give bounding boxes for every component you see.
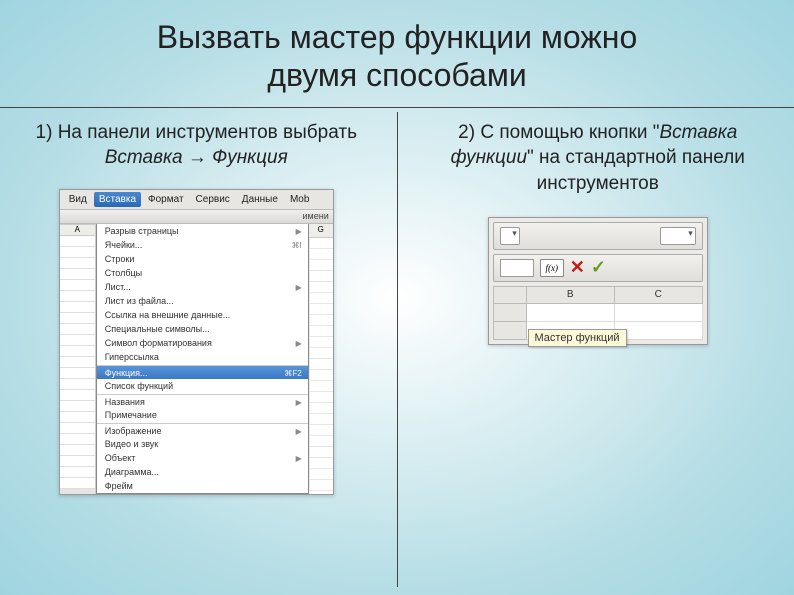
- submenu-arrow-icon: ▶: [296, 227, 302, 236]
- right-column: 2) С помощью кнопки "Вставка функции" на…: [402, 112, 794, 587]
- menu-item[interactable]: Разрыв страницы▶: [97, 224, 308, 238]
- screenshot-toolbar: 10 f(x) ✕ ✓ B C: [488, 217, 708, 345]
- menu-item[interactable]: Видео и звук: [97, 437, 308, 451]
- screenshot-toolbar-wrap: 10 f(x) ✕ ✓ B C: [420, 217, 777, 345]
- slide-title: Вызвать мастер функции можнодвумя способ…: [0, 0, 794, 107]
- menu-mob[interactable]: Mob: [285, 192, 314, 207]
- spreadsheet-left: A: [60, 224, 96, 494]
- fx-button[interactable]: f(x): [540, 259, 564, 277]
- submenu-arrow-icon: ▶: [296, 454, 302, 463]
- col-header-a: A: [60, 224, 95, 236]
- menu-item[interactable]: Изображение▶: [97, 423, 308, 437]
- col-header-g: G: [309, 224, 333, 238]
- toolbar-row: [493, 222, 703, 250]
- grid-row: [493, 304, 703, 322]
- submenu-arrow-icon: ▶: [296, 398, 302, 407]
- spreadsheet-right: G: [309, 224, 333, 494]
- menu-item[interactable]: Диаграмма...: [97, 465, 308, 479]
- menu-item[interactable]: Фрейм: [97, 479, 308, 493]
- tooltip-master-functions: Мастер функций: [528, 329, 627, 347]
- col-header-c[interactable]: C: [615, 286, 703, 304]
- cancel-icon[interactable]: ✕: [570, 257, 585, 278]
- submenu-arrow-icon: ▶: [296, 427, 302, 436]
- name-box[interactable]: [500, 259, 534, 277]
- vertical-divider: [397, 112, 398, 587]
- menu-item[interactable]: Специальные символы...: [97, 322, 308, 336]
- menu-сервис[interactable]: Сервис: [191, 192, 235, 207]
- accept-icon[interactable]: ✓: [591, 257, 606, 278]
- menu-item[interactable]: Символ форматирования▶: [97, 336, 308, 350]
- col-header-b[interactable]: B: [527, 286, 615, 304]
- insert-dropdown-menu: Разрыв страницы▶Ячейки...⌘IСтрокиСтолбцы…: [96, 224, 309, 494]
- left-subtitle: 1) На панели инструментов выбрать Вставк…: [18, 120, 375, 171]
- menu-item[interactable]: Объект▶: [97, 451, 308, 465]
- screenshot-menu: ВидВставкаФорматСервисДанныеMob имени A …: [59, 189, 334, 495]
- formula-bar: f(x) ✕ ✓: [493, 254, 703, 282]
- column-headers: B C: [493, 286, 703, 304]
- dropdown-icon[interactable]: [660, 227, 696, 245]
- menu-item[interactable]: Список функций: [97, 379, 308, 393]
- corner-cell: [493, 286, 527, 304]
- menu-item[interactable]: Лист...▶: [97, 280, 308, 294]
- menu-item[interactable]: Лист из файла...: [97, 294, 308, 308]
- menu-вставка[interactable]: Вставка: [94, 192, 141, 207]
- menu-item[interactable]: Примечание: [97, 408, 308, 422]
- dropdown-icon[interactable]: [500, 227, 520, 245]
- name-box-label: имени: [303, 211, 329, 221]
- menu-item[interactable]: Ячейки...⌘I: [97, 238, 308, 252]
- menu-item[interactable]: Ссылка на внешние данные...: [97, 308, 308, 322]
- horizontal-divider: [0, 107, 794, 108]
- menu-формат[interactable]: Формат: [143, 192, 189, 207]
- menu-данные[interactable]: Данные: [237, 192, 283, 207]
- submenu-arrow-icon: ▶: [296, 283, 302, 292]
- menu-item[interactable]: Строки: [97, 252, 308, 266]
- ribbon-row: имени: [60, 210, 333, 224]
- menu-item[interactable]: Названия▶: [97, 394, 308, 408]
- left-column: 1) На панели инструментов выбрать Вставк…: [0, 112, 393, 587]
- menubar: ВидВставкаФорматСервисДанныеMob: [60, 190, 333, 210]
- menu-item[interactable]: Столбцы: [97, 266, 308, 280]
- menu-вид[interactable]: Вид: [64, 192, 92, 207]
- right-subtitle: 2) С помощью кнопки "Вставка функции" на…: [420, 120, 777, 197]
- menu-item[interactable]: Функция...⌘F2: [97, 365, 308, 379]
- menu-item[interactable]: Гиперссылка: [97, 350, 308, 364]
- submenu-arrow-icon: ▶: [296, 339, 302, 348]
